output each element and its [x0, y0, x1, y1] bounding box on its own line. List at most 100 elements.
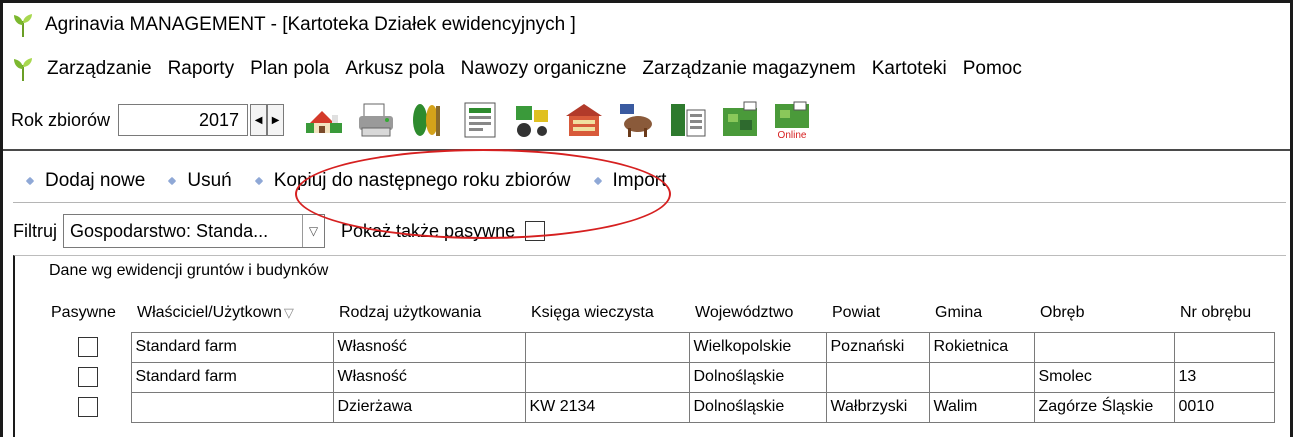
column-header-label: Właściciel/Użytkown	[137, 303, 282, 321]
table-cell[interactable]: Dolnośląskie	[688, 361, 827, 393]
year-value: 2017	[199, 109, 240, 130]
table-cell[interactable]: Smolec	[1033, 361, 1175, 393]
table-cell[interactable]: Wałbrzyski	[825, 391, 930, 423]
table-cell[interactable]: Zagórze Śląskie	[1033, 391, 1175, 423]
menu-bar: Zarządzanie Raporty Plan pola Arkusz pol…	[3, 47, 1290, 91]
table-row[interactable]: Dzierżawa KW 2134 Dolnośląskie Wałbrzysk…	[45, 391, 1275, 423]
table-cell[interactable]: Rokietnica	[928, 331, 1035, 363]
show-passive-label: Pokaż także pasywne	[341, 220, 516, 241]
year-input[interactable]: 2017	[118, 104, 249, 136]
bullet-icon	[25, 176, 35, 185]
row-passive-checkbox[interactable]	[77, 367, 98, 387]
table-cell[interactable]: Własność	[332, 361, 526, 393]
delete-button[interactable]: Usuń	[168, 169, 232, 192]
table-cell[interactable]	[130, 391, 334, 423]
machinery-icon[interactable]	[512, 100, 552, 140]
import-button[interactable]: Import	[593, 169, 667, 192]
app-window: Agrinavia MANAGEMENT - [Kartoteka Działe…	[0, 0, 1293, 437]
menu-leaf-icon[interactable]	[13, 57, 33, 81]
filter-label: Filtruj	[13, 220, 57, 241]
table-cell[interactable]: 0010	[1173, 391, 1275, 423]
row-passive-checkbox[interactable]	[77, 337, 98, 357]
passive-cell	[45, 362, 131, 392]
table-cell[interactable]: Standard farm	[130, 331, 334, 363]
menu-item-zarzadzanie-magazynem[interactable]: Zarządzanie magazynem	[642, 58, 855, 80]
menu-item-arkusz-pola[interactable]: Arkusz pola	[345, 58, 444, 80]
column-header[interactable]: Księga wieczysta	[525, 294, 689, 332]
column-header[interactable]: Powiat	[826, 294, 929, 332]
farm-icon[interactable]	[304, 100, 344, 140]
farm-filter-dropdown[interactable]: Gospodarstwo: Standa... ▽	[63, 214, 325, 248]
year-label: Rok zbiorów	[11, 109, 111, 130]
year-prev-button[interactable]: ◀	[250, 104, 268, 136]
table-cell[interactable]: Wielkopolskie	[688, 331, 827, 363]
column-header[interactable]: Nr obrębu	[1174, 294, 1274, 332]
passive-cell	[45, 332, 131, 362]
table-cell[interactable]: Walim	[928, 391, 1035, 423]
menu-item-zarzadzanie[interactable]: Zarządzanie	[47, 58, 152, 80]
menu-item-pomoc[interactable]: Pomoc	[963, 58, 1022, 80]
delete-label: Usuń	[187, 169, 232, 191]
bullet-icon	[593, 176, 602, 185]
table-cell[interactable]	[524, 361, 690, 393]
toolbar-icons: Online	[304, 100, 812, 140]
storage-icon[interactable]	[668, 100, 708, 140]
table-cell[interactable]: Własność	[332, 331, 526, 363]
table-cell[interactable]	[1033, 331, 1175, 363]
field-sheet-icon[interactable]	[460, 100, 500, 140]
passive-cell	[45, 392, 131, 422]
agrinavia-leaf-icon	[13, 13, 33, 37]
table-cell[interactable]: Dolnośląskie	[688, 391, 827, 423]
table-cell[interactable]: KW 2134	[524, 391, 690, 423]
table-cell[interactable]	[928, 361, 1035, 393]
filter-bar: Filtruj Gospodarstwo: Standa... ▽ Pokaż …	[3, 211, 1290, 251]
action-bar: Dodaj nowe Usuń Kopiuj do następnego rok…	[13, 159, 1286, 203]
table-header-row: Pasywne Właściciel/Użytkown ▽ Rodzaj użyt…	[45, 294, 1274, 332]
title-bar: Agrinavia MANAGEMENT - [Kartoteka Działe…	[3, 3, 1290, 47]
import-label: Import	[612, 169, 667, 191]
animals-icon[interactable]	[616, 100, 656, 140]
bullet-icon	[168, 176, 177, 185]
online-badge: Online	[778, 130, 807, 140]
table-cell[interactable]: 13	[1173, 361, 1275, 393]
column-header[interactable]: Województwo	[689, 294, 826, 332]
window-title: Agrinavia MANAGEMENT - [Kartoteka Działe…	[45, 14, 576, 35]
table-row[interactable]: Standard farm Własność Wielkopolskie Poz…	[45, 331, 1275, 363]
bullet-icon	[254, 176, 263, 185]
column-header[interactable]: Obręb	[1034, 294, 1174, 332]
column-header[interactable]: Właściciel/Użytkown ▽	[131, 294, 333, 332]
store-icon[interactable]	[564, 100, 604, 140]
menu-item-kartoteki[interactable]: Kartoteki	[872, 58, 947, 80]
table-cell[interactable]: Standard farm	[130, 361, 334, 393]
table-cell[interactable]	[1173, 331, 1275, 363]
column-header[interactable]: Gmina	[929, 294, 1034, 332]
printer-icon[interactable]	[356, 100, 396, 140]
table-cell[interactable]: Poznański	[825, 331, 930, 363]
copy-next-year-button[interactable]: Kopiuj do następnego roku zbiorów	[254, 170, 571, 192]
table-cell[interactable]	[524, 331, 690, 363]
year-spinner: ◀ ▶	[250, 104, 285, 136]
menu-item-raporty[interactable]: Raporty	[168, 58, 235, 80]
add-new-button[interactable]: Dodaj nowe	[25, 169, 146, 192]
year-next-button[interactable]: ▶	[267, 104, 285, 136]
farm-filter-value: Gospodarstwo: Standa...	[70, 220, 269, 241]
add-new-label: Dodaj nowe	[45, 169, 146, 191]
map-online-icon[interactable]: Online	[772, 100, 812, 140]
map-icon[interactable]	[720, 100, 760, 140]
table-cell[interactable]	[825, 361, 930, 393]
sort-filter-icon[interactable]: ▽	[284, 305, 294, 320]
show-passive-checkbox[interactable]	[525, 221, 546, 241]
table-cell[interactable]: Dzierżawa	[332, 391, 526, 423]
grid-group-caption: Dane wg ewidencji gruntów i budynków	[49, 262, 329, 279]
parcel-table: Pasywne Właściciel/Użytkown ▽ Rodzaj użyt…	[45, 294, 1275, 423]
menu-item-plan-pola[interactable]: Plan pola	[250, 58, 329, 80]
menu-item-nawozy-organiczne[interactable]: Nawozy organiczne	[461, 58, 627, 80]
table-row[interactable]: Standard farm Własność Dolnośląskie Smol…	[45, 361, 1275, 393]
column-header[interactable]: Rodzaj użytkowania	[333, 294, 525, 332]
main-toolbar: Rok zbiorów 2017 ◀ ▶ Online	[3, 91, 1290, 151]
crops-icon[interactable]	[408, 100, 448, 140]
column-header[interactable]: Pasywne	[45, 294, 131, 332]
row-passive-checkbox[interactable]	[77, 397, 98, 417]
chevron-down-icon[interactable]: ▽	[302, 215, 324, 247]
parcel-grid: Dane wg ewidencji gruntów i budynków Pas…	[13, 255, 1286, 437]
